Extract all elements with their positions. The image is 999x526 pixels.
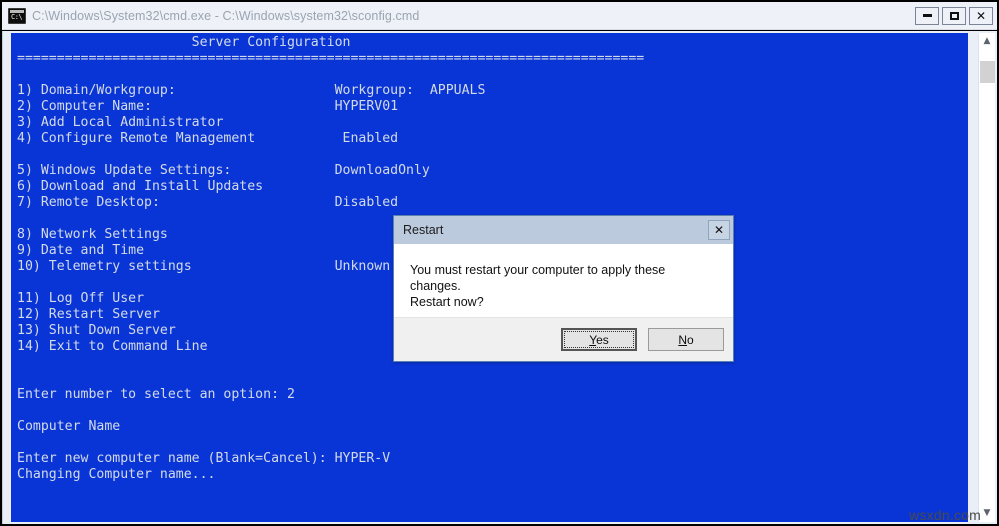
cmd-window: C:\Windows\System32\cmd.exe - C:\Windows… [0, 0, 999, 526]
dialog-close-button[interactable]: ✕ [708, 220, 730, 240]
no-button[interactable]: No [648, 328, 724, 351]
dialog-body: You must restart your computer to apply … [394, 244, 733, 317]
window-title: C:\Windows\System32\cmd.exe - C:\Windows… [32, 9, 419, 23]
minimize-button[interactable] [915, 7, 939, 25]
close-icon: ✕ [976, 10, 986, 22]
dialog-title-bar[interactable]: Restart ✕ [394, 216, 733, 244]
focus-ring [564, 331, 634, 348]
window-controls: ✕ [912, 2, 997, 29]
dialog-title: Restart [403, 223, 443, 237]
console-scrollbar[interactable]: ▲ ▼ [978, 33, 995, 522]
maximize-icon [950, 12, 959, 20]
no-button-label: No [678, 333, 693, 347]
dialog-button-row: Yes No [394, 317, 733, 361]
yes-button[interactable]: Yes [561, 328, 637, 351]
minimize-icon [923, 14, 932, 17]
window-title-bar[interactable]: C:\Windows\System32\cmd.exe - C:\Windows… [2, 2, 997, 30]
close-button[interactable]: ✕ [969, 7, 993, 25]
dialog-message: You must restart your computer to apply … [410, 262, 717, 310]
scroll-up-icon[interactable]: ▲ [979, 33, 995, 50]
maximize-button[interactable] [942, 7, 966, 25]
dialog-close-icon: ✕ [714, 223, 724, 237]
restart-dialog: Restart ✕ You must restart your computer… [393, 215, 734, 362]
scrollbar-thumb[interactable] [980, 61, 995, 83]
scroll-down-icon[interactable]: ▼ [979, 505, 995, 522]
watermark: wsxdn.com [909, 507, 981, 523]
cmd-console-icon [8, 8, 26, 24]
